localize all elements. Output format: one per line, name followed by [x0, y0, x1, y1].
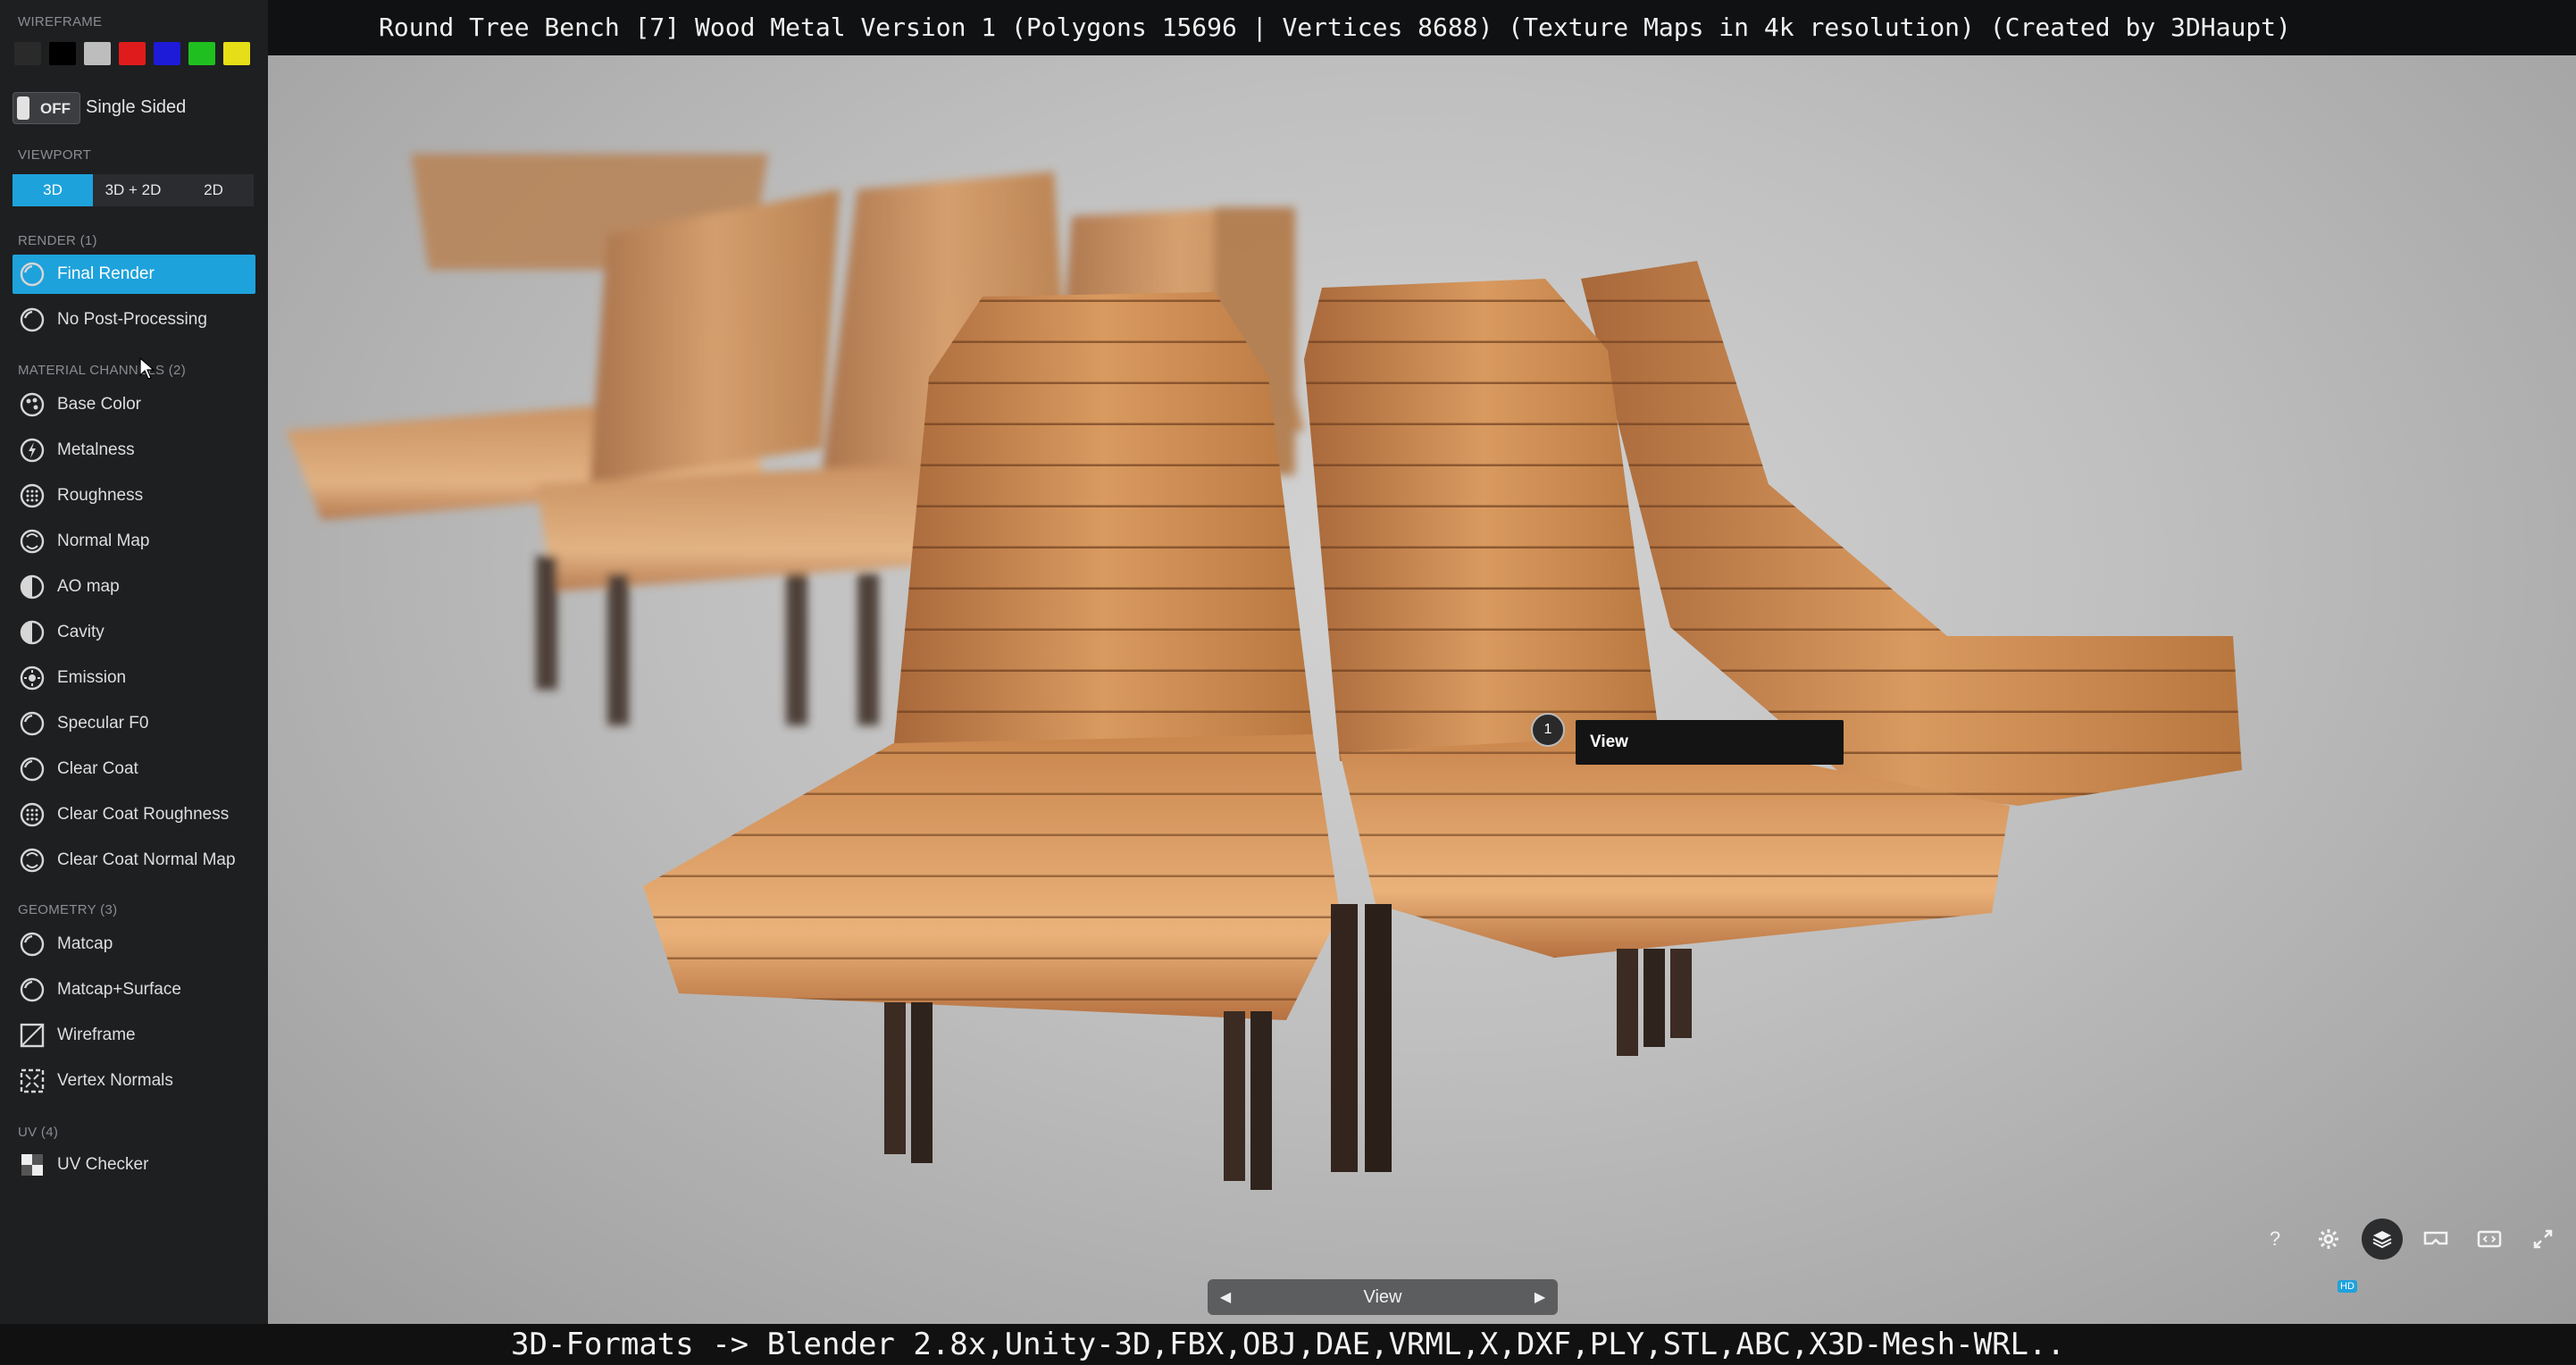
sphere-icon: [18, 930, 46, 959]
layers-icon[interactable]: [2362, 1218, 2403, 1260]
render-item-label: Final Render: [57, 264, 155, 283]
material-item-metalness[interactable]: Metalness: [13, 431, 255, 470]
viewport-section-label: VIEWPORT: [18, 147, 92, 163]
normals-icon: [18, 1067, 46, 1095]
half-circle-icon: [18, 573, 46, 601]
material-item-label: Base Color: [57, 395, 141, 414]
sun-icon: [18, 664, 46, 692]
mouse-cursor-icon: [139, 357, 155, 380]
material-item-clear-coat[interactable]: Clear Coat: [13, 749, 255, 789]
viewport-3d-2d-button[interactable]: 3D + 2D: [93, 174, 173, 206]
material-item-emission[interactable]: Emission: [13, 658, 255, 698]
embed-icon[interactable]: [2469, 1218, 2510, 1260]
material-item-label: AO map: [57, 577, 120, 596]
material-item-cavity[interactable]: Cavity: [13, 613, 255, 652]
geometry-section-label: GEOMETRY (3): [18, 902, 118, 917]
prev-annotation-icon[interactable]: ◀: [1208, 1288, 1243, 1306]
material-item-base-color[interactable]: Base Color: [13, 385, 255, 424]
geometry-item-label: Vertex Normals: [57, 1071, 173, 1090]
normal-map-icon: [18, 846, 46, 875]
formats-banner: 3D-Formats -> Blender 2.8x,Unity-3D,FBX,…: [0, 1324, 2576, 1365]
annotation-hotspot[interactable]: 1: [1531, 713, 1565, 747]
material-item-clear-coat-normal-map[interactable]: Clear Coat Normal Map: [13, 841, 255, 880]
hd-badge: HD: [2338, 1280, 2357, 1293]
geometry-item-label: Wireframe: [57, 1026, 136, 1044]
wireframe-section-label: WIREFRAME: [18, 14, 103, 29]
geometry-item-label: Matcap: [57, 934, 113, 953]
material-item-specular-f0[interactable]: Specular F0: [13, 704, 255, 743]
dots-icon: [18, 482, 46, 510]
sphere-icon: [18, 755, 46, 783]
wireframe-color-swatch[interactable]: [49, 42, 76, 65]
geometry-item-matcap-surface[interactable]: Matcap+Surface: [13, 970, 255, 1009]
palette-icon: [18, 390, 46, 419]
wireframe-color-swatch[interactable]: [188, 42, 215, 65]
sphere-icon: [18, 306, 46, 334]
material-item-label: Metalness: [57, 440, 135, 459]
lightning-icon: [18, 436, 46, 465]
material-item-label: Specular F0: [57, 714, 149, 733]
render-section-label: RENDER (1): [18, 233, 97, 248]
vr-icon[interactable]: [2415, 1218, 2456, 1260]
next-annotation-icon[interactable]: ▶: [1522, 1288, 1558, 1306]
dots-icon: [18, 800, 46, 829]
material-item-roughness[interactable]: Roughness: [13, 476, 255, 515]
wireframe-color-swatch[interactable]: [154, 42, 180, 65]
render-item-label: No Post-Processing: [57, 310, 207, 329]
settings-icon[interactable]: [2308, 1218, 2349, 1260]
sidebar-panel: WIREFRAME OFF Single Sided VIEWPORT 3D 3…: [0, 0, 268, 1365]
material-item-label: Clear Coat Normal Map: [57, 850, 236, 869]
material-item-label: Emission: [57, 668, 127, 687]
checker-icon: [18, 1151, 46, 1179]
wireframe-color-swatch[interactable]: [119, 42, 146, 65]
annotation-navigator: ◀ View ▶: [1208, 1279, 1558, 1315]
annotation-tooltip: View: [1576, 720, 1844, 765]
uv-item-uv-checker[interactable]: UV Checker: [13, 1145, 255, 1185]
help-icon[interactable]: ?: [2254, 1218, 2296, 1260]
uv-item-label: UV Checker: [57, 1155, 149, 1174]
material-item-normal-map[interactable]: Normal Map: [13, 522, 255, 561]
geometry-item-label: Matcap+Surface: [57, 980, 181, 999]
normal-map-icon: [18, 527, 46, 556]
viewport-3d-button[interactable]: 3D: [13, 174, 93, 206]
material-section-label: MATERIAL CHANNELS (2): [18, 363, 186, 378]
wireframe-color-swatch[interactable]: [14, 42, 41, 65]
geometry-item-matcap[interactable]: Matcap: [13, 925, 255, 964]
wireframe-color-swatch[interactable]: [223, 42, 250, 65]
toggle-state: OFF: [40, 100, 71, 117]
wireframe-icon: [18, 1021, 46, 1050]
geometry-item-wireframe[interactable]: Wireframe: [13, 1016, 255, 1055]
render-item-final-render[interactable]: Final Render: [13, 255, 255, 294]
toggle-knob: [17, 96, 29, 120]
material-item-clear-coat-roughness[interactable]: Clear Coat Roughness: [13, 795, 255, 834]
render-item-no-post-processing[interactable]: No Post-Processing: [13, 300, 255, 339]
fullscreen-icon[interactable]: [2522, 1218, 2563, 1260]
geometry-item-vertex-normals[interactable]: Vertex Normals: [13, 1061, 255, 1101]
material-item-label: Cavity: [57, 623, 105, 641]
uv-section-label: UV (4): [18, 1125, 59, 1140]
material-item-label: Normal Map: [57, 532, 150, 550]
annotation-nav-label: View: [1363, 1286, 1402, 1307]
3d-viewport[interactable]: 1 View ◀ View ▶: [268, 55, 2576, 1324]
bench-model-render: [286, 154, 2242, 1190]
single-sided-label: Single Sided: [86, 97, 187, 117]
half-circle-icon: [18, 618, 46, 647]
viewport-2d-button[interactable]: 2D: [173, 174, 254, 206]
material-item-label: Clear Coat Roughness: [57, 805, 230, 824]
material-item-label: Roughness: [57, 486, 144, 505]
sphere-icon: [18, 260, 46, 289]
wireframe-color-swatch[interactable]: [84, 42, 111, 65]
material-item-label: Clear Coat: [57, 759, 138, 778]
model-title: Round Tree Bench [7] Wood Metal Version …: [268, 0, 2576, 55]
single-sided-toggle[interactable]: OFF: [13, 92, 80, 124]
sphere-icon: [18, 976, 46, 1004]
material-item-ao-map[interactable]: AO map: [13, 567, 255, 607]
sphere-icon: [18, 709, 46, 738]
